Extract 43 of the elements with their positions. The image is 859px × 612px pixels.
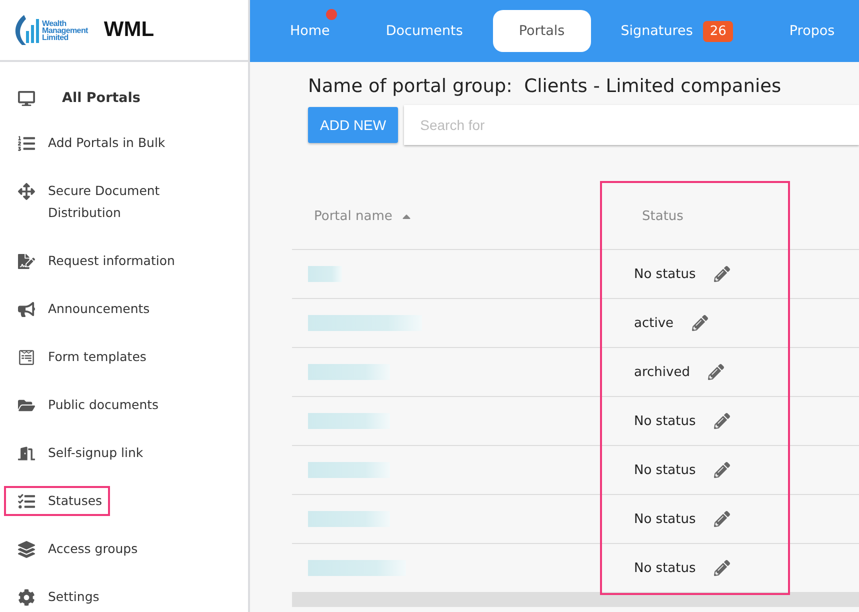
edit-pencil-icon[interactable] <box>714 560 730 576</box>
door-icon <box>16 445 36 462</box>
status-text: No status <box>634 462 696 478</box>
sidebar-item[interactable]: Statuses <box>4 486 110 516</box>
monitor-icon <box>16 90 36 107</box>
four-arrows-icon <box>16 183 36 200</box>
sidebar-item[interactable]: Form templates <box>4 342 154 372</box>
megaphone-icon <box>16 301 36 318</box>
status-text: No status <box>634 266 696 282</box>
edit-pencil-icon[interactable] <box>714 266 730 282</box>
document-pen-icon <box>16 253 36 270</box>
sidebar-item[interactable]: Public documents <box>4 390 167 420</box>
sidebar-item[interactable]: Self-signup link <box>4 438 152 468</box>
status-text: active <box>634 316 674 330</box>
folder-icon <box>16 397 36 414</box>
nav-tab[interactable]: Portals <box>492 10 591 52</box>
edit-pencil-icon[interactable] <box>714 413 730 429</box>
layers-icon <box>16 541 36 558</box>
edit-pencil-icon[interactable] <box>708 364 724 380</box>
sidebar-item[interactable]: Settings <box>4 582 108 612</box>
page-title: Name of portal group: Clients - Limited companies <box>308 76 782 97</box>
settings-icon <box>16 589 36 606</box>
form-icon <box>16 349 36 366</box>
sidebar-item[interactable]: Request information <box>4 246 183 276</box>
sidebar-item[interactable]: All Portals <box>4 83 148 113</box>
checklist-icon <box>16 493 36 510</box>
edit-pencil-icon[interactable] <box>692 315 708 331</box>
brand-name: WML <box>104 18 154 42</box>
numbered-list-icon <box>16 135 36 152</box>
sidebar-item[interactable]: Secure Document Distribution <box>4 176 206 228</box>
blurred-name-placeholder <box>308 266 342 282</box>
status-text: No status <box>634 414 696 428</box>
edit-pencil-icon[interactable] <box>714 462 730 478</box>
status-text: No status <box>634 560 696 576</box>
sidebar-item[interactable]: Announcements <box>4 294 158 324</box>
status-text: No status <box>634 512 696 526</box>
sidebar-item[interactable]: Add Portals in Bulk <box>4 128 174 158</box>
logo-text: Wealth Management Limited <box>42 20 88 40</box>
sidebar-item[interactable]: Access groups <box>4 534 146 564</box>
edit-pencil-icon[interactable] <box>714 511 730 527</box>
count-badge: 26 <box>702 20 734 42</box>
status-text: archived <box>634 364 690 380</box>
search-field[interactable]: Search for <box>404 105 859 145</box>
